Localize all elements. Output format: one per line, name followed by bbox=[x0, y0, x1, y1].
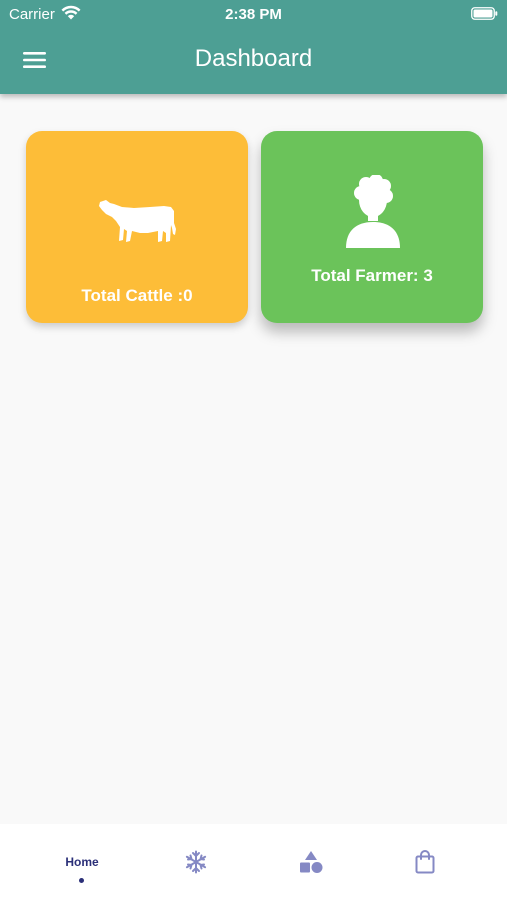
nav-home-label: Home bbox=[65, 855, 99, 869]
shopping-bag-icon bbox=[415, 850, 435, 874]
total-cattle-card[interactable]: Total Cattle :0 bbox=[26, 131, 248, 323]
status-bar: Carrier 2:38 PM bbox=[0, 0, 507, 28]
nav-snowflake-tab[interactable] bbox=[133, 824, 259, 900]
person-icon bbox=[346, 175, 400, 248]
total-farmer-card[interactable]: Total Farmer: 3 bbox=[261, 131, 483, 323]
status-time: 2:38 PM bbox=[225, 6, 282, 23]
page-title: Dashboard bbox=[194, 45, 313, 72]
total-cattle-label: Total Cattle :0 bbox=[81, 286, 193, 305]
snowflake-icon bbox=[185, 850, 207, 874]
nav-shopping-bag-tab[interactable] bbox=[362, 824, 488, 900]
active-indicator-dot bbox=[79, 878, 84, 883]
cow-icon bbox=[99, 200, 176, 242]
app-header: Carrier 2:38 PM Dashboard bbox=[0, 0, 507, 94]
total-farmer-label: Total Farmer: 3 bbox=[311, 266, 433, 285]
nav-home-tab[interactable]: Home bbox=[19, 824, 145, 900]
shapes-icon bbox=[300, 851, 323, 873]
bottom-navigation-bar: Home bbox=[0, 824, 507, 900]
battery-icon bbox=[471, 7, 498, 20]
nav-shapes-tab[interactable] bbox=[247, 824, 373, 900]
